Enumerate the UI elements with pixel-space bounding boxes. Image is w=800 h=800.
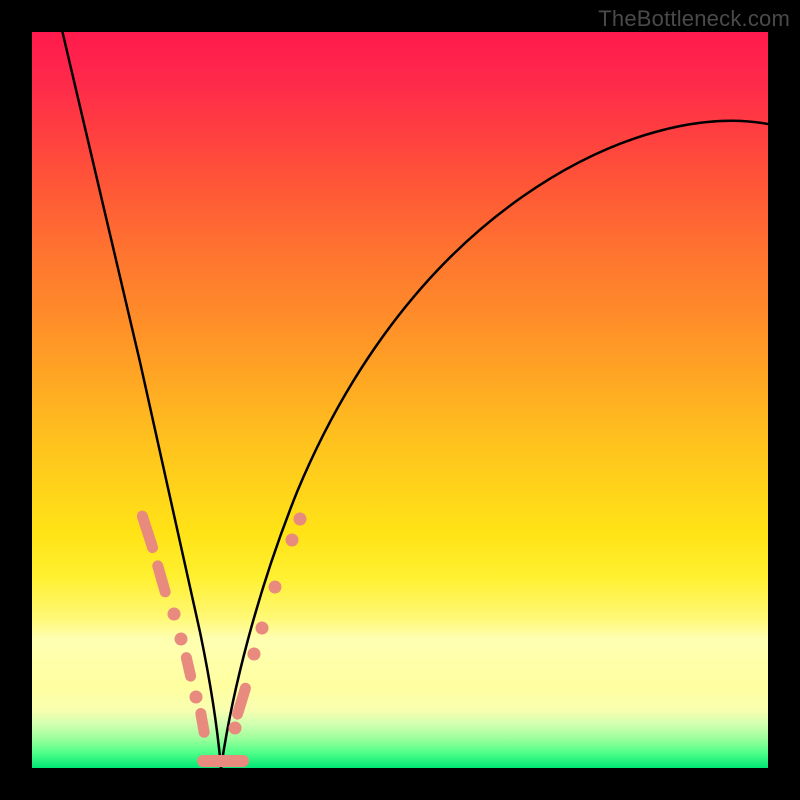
marker-dot bbox=[269, 581, 282, 594]
marker-dot bbox=[197, 755, 249, 767]
marker-dot bbox=[286, 534, 299, 547]
curve-right-branch bbox=[221, 121, 768, 768]
watermark-text: TheBottleneck.com bbox=[598, 6, 790, 32]
marker-dot bbox=[256, 622, 269, 635]
marker-dot bbox=[151, 559, 172, 599]
curve-left-branch bbox=[62, 30, 221, 768]
marker-dot bbox=[135, 509, 159, 554]
marker-dot bbox=[168, 608, 181, 621]
chart-frame: TheBottleneck.com bbox=[0, 0, 800, 800]
marker-dot bbox=[229, 722, 242, 735]
marker-dot bbox=[175, 633, 188, 646]
curve-layer bbox=[32, 32, 768, 768]
marker-dot bbox=[294, 513, 307, 526]
marker-dot bbox=[194, 707, 210, 738]
plot-area bbox=[32, 32, 768, 768]
marker-dot bbox=[180, 651, 197, 683]
marker-dot bbox=[248, 648, 261, 661]
marker-dot bbox=[190, 691, 203, 704]
